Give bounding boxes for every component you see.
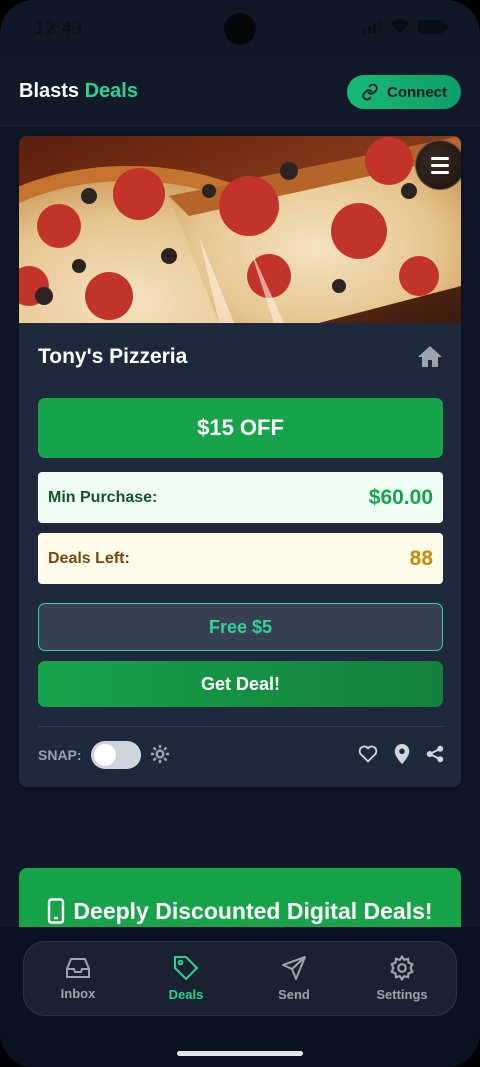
heart-icon[interactable]: [358, 745, 378, 763]
camera-cutout: [224, 13, 256, 45]
connect-button[interactable]: Connect: [347, 75, 461, 109]
settings-gear-icon: [390, 955, 414, 981]
deals-left-label: Deals Left:: [48, 549, 130, 567]
share-icon[interactable]: [426, 745, 444, 763]
free-button[interactable]: Free $5: [38, 603, 443, 651]
card-actions: [358, 744, 444, 764]
menu-line: [431, 163, 449, 167]
snap-toggle[interactable]: [91, 741, 141, 769]
status-time: 12:43: [34, 19, 83, 39]
link-icon: [362, 83, 378, 101]
deals-left-row: Deals Left: 88: [38, 533, 443, 584]
location-pin-icon[interactable]: [394, 744, 410, 764]
pizza-image: [19, 136, 461, 323]
send-icon: [282, 956, 306, 980]
deals-left-value: 88: [409, 546, 433, 570]
app-header: Blasts Deals Connect: [0, 58, 480, 126]
menu-line: [431, 156, 449, 160]
connect-label: Connect: [387, 83, 447, 101]
toggle-knob: [94, 744, 116, 766]
signal-icon: [363, 19, 381, 34]
home-icon[interactable]: [417, 344, 443, 368]
deal-card: Tony's Pizzeria $15 OFF Min Purchase: $6…: [19, 136, 461, 787]
phone-screen: 12:43 Blasts Deals Connect Tony's Pizzer…: [0, 0, 480, 1067]
nav-label-send: Send: [278, 987, 310, 1002]
min-purchase-value: $60.00: [368, 485, 433, 509]
nav-item-inbox[interactable]: Inbox: [28, 956, 128, 1001]
bottom-nav: Inbox Deals Send Settings: [23, 941, 457, 1016]
nav-label-inbox: Inbox: [60, 986, 96, 1001]
min-purchase-row: Min Purchase: $60.00: [38, 472, 443, 523]
brand-name: Blasts: [19, 80, 80, 102]
brand-title: Blasts Deals: [19, 80, 138, 103]
nav-label-settings: Settings: [376, 987, 428, 1002]
wifi-icon: [390, 19, 410, 33]
phone-icon: [48, 898, 65, 924]
gear-icon[interactable]: [150, 744, 170, 764]
status-icons: [362, 19, 448, 34]
pizza-photo: [19, 136, 461, 323]
promo-text: Deeply Discounted Digital Deals!: [73, 898, 433, 924]
inbox-icon: [66, 958, 90, 978]
nav-label-deals: Deals: [168, 987, 204, 1002]
home-indicator[interactable]: [177, 1051, 303, 1056]
divider: [38, 726, 443, 727]
nav-item-settings[interactable]: Settings: [352, 955, 452, 1002]
tag-icon: [174, 956, 199, 981]
min-purchase-label: Min Purchase:: [48, 488, 158, 506]
brand-accent: Deals: [84, 80, 138, 102]
nav-item-deals[interactable]: Deals: [136, 955, 236, 1002]
status-bar: 12:43: [0, 0, 480, 58]
menu-button[interactable]: [415, 140, 461, 190]
nav-item-send[interactable]: Send: [244, 955, 344, 1002]
battery-icon: [418, 19, 448, 34]
restaurant-name: Tony's Pizzeria: [38, 345, 188, 368]
get-deal-button[interactable]: Get Deal!: [38, 661, 443, 707]
menu-line: [431, 170, 449, 174]
snap-label: SNAP:: [38, 747, 82, 763]
discount-banner: $15 OFF: [38, 398, 443, 458]
